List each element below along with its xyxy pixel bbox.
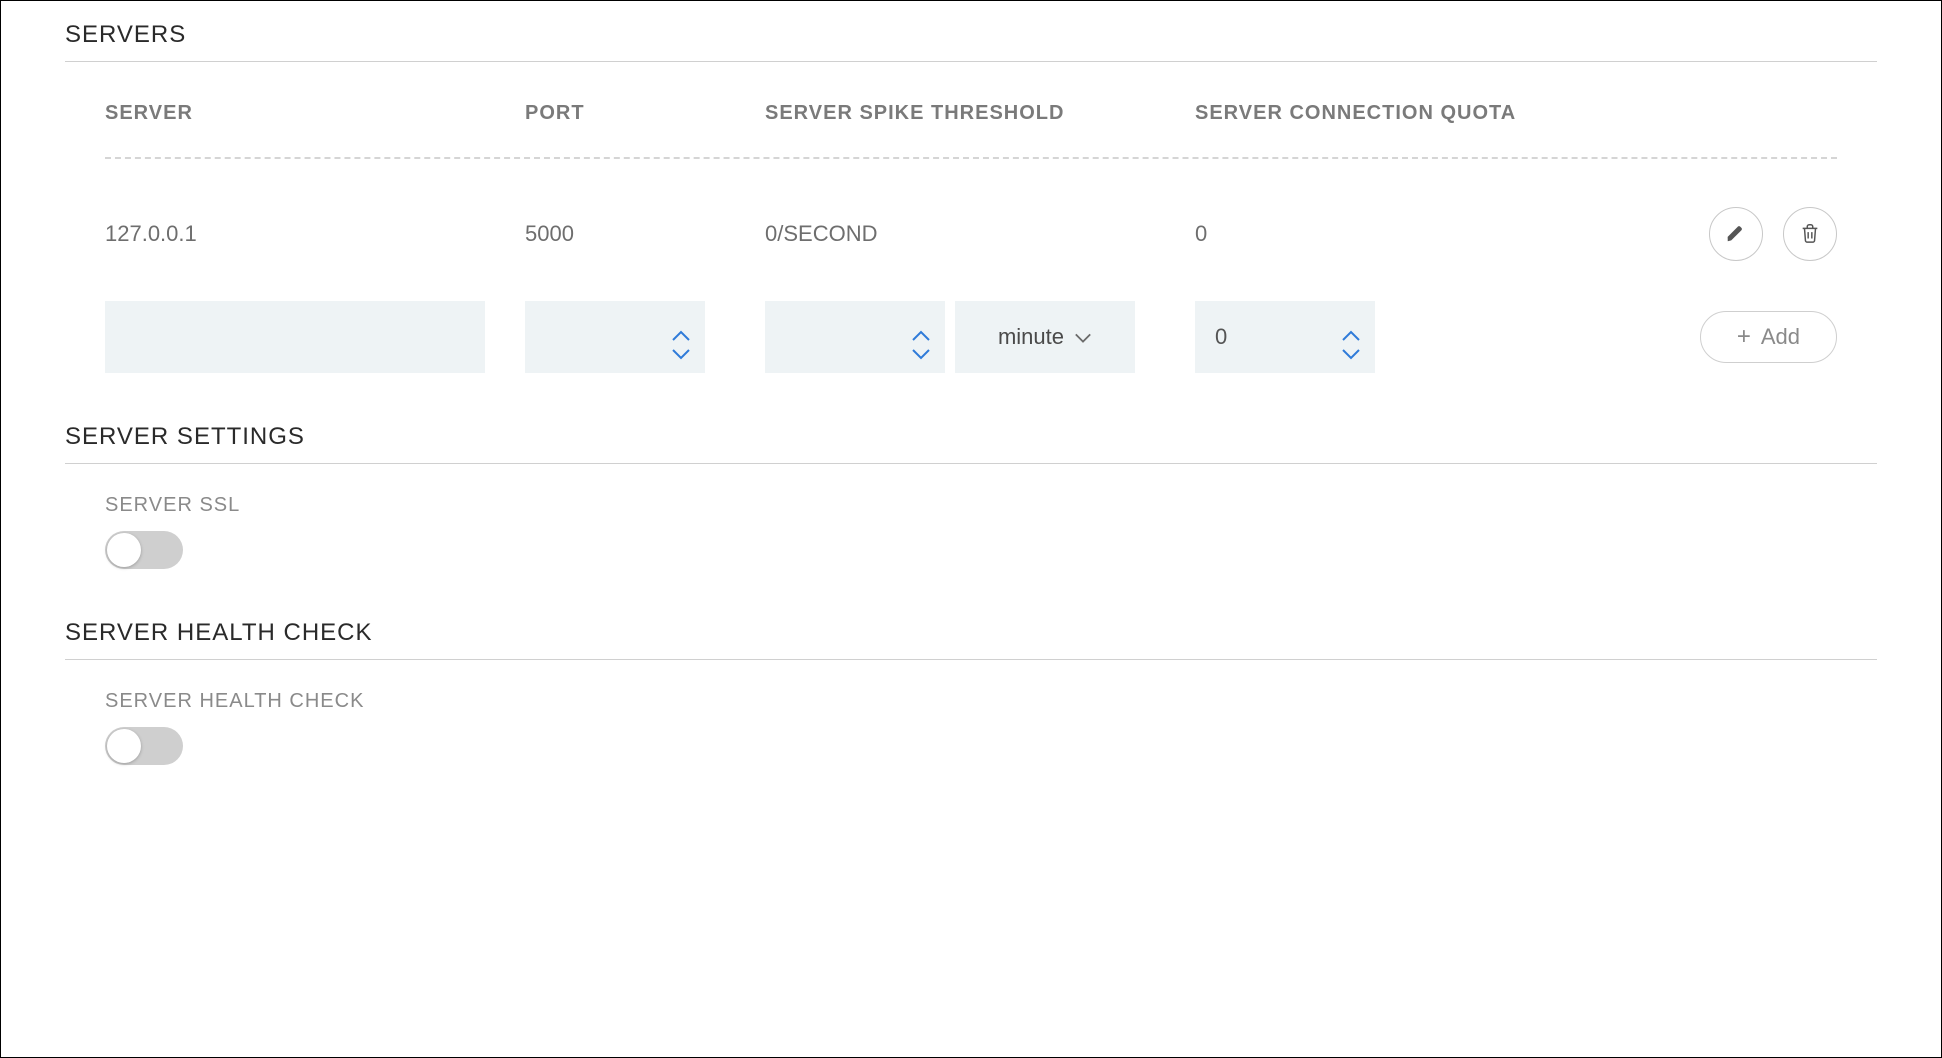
server-settings-section: SERVER SETTINGS SERVER SSL (1, 423, 1941, 619)
new-spike-value-input[interactable] (765, 301, 945, 373)
cell-quota: 0 (1195, 221, 1595, 247)
servers-title: SERVERS (65, 21, 1877, 62)
edit-button[interactable] (1709, 207, 1763, 261)
row-actions (1595, 207, 1837, 261)
col-header-port: PORT (525, 102, 765, 125)
chevron-down-icon[interactable] (671, 340, 691, 352)
port-spinner-arrows (671, 322, 691, 352)
trash-icon (1799, 222, 1821, 247)
add-button[interactable]: + Add (1700, 311, 1837, 363)
col-header-server: SERVER (105, 102, 525, 125)
spike-unit-select[interactable]: minute (955, 301, 1135, 373)
add-button-label: Add (1761, 324, 1800, 350)
health-setting: SERVER HEALTH CHECK (65, 660, 1877, 775)
server-health-title: SERVER HEALTH CHECK (65, 619, 1877, 660)
toggle-knob (107, 729, 141, 763)
spike-unit-label: minute (998, 324, 1064, 350)
new-server-row: minute 0 + Add (105, 301, 1837, 383)
col-header-actions (1595, 102, 1837, 125)
toggle-knob (107, 533, 141, 567)
spike-spinner-arrows (911, 322, 931, 352)
servers-table-header: SERVER PORT SERVER SPIKE THRESHOLD SERVE… (105, 62, 1837, 159)
new-spike-group: minute (765, 301, 1135, 373)
new-quota-value: 0 (1215, 324, 1227, 350)
cell-spike: 0/SECOND (765, 221, 1195, 247)
health-toggle[interactable] (105, 727, 183, 765)
servers-table: SERVER PORT SERVER SPIKE THRESHOLD SERVE… (65, 62, 1877, 383)
server-health-section: SERVER HEALTH CHECK SERVER HEALTH CHECK (1, 619, 1941, 815)
cell-server: 127.0.0.1 (105, 221, 525, 247)
new-server-input[interactable] (105, 301, 485, 373)
chevron-down-icon[interactable] (1341, 340, 1361, 352)
ssl-label: SERVER SSL (105, 494, 1837, 517)
delete-button[interactable] (1783, 207, 1837, 261)
chevron-up-icon[interactable] (911, 322, 931, 334)
new-port-input[interactable] (525, 301, 705, 373)
health-label: SERVER HEALTH CHECK (105, 690, 1837, 713)
server-settings-title: SERVER SETTINGS (65, 423, 1877, 464)
ssl-toggle[interactable] (105, 531, 183, 569)
pencil-icon (1725, 222, 1747, 247)
col-header-spike: SERVER SPIKE THRESHOLD (765, 102, 1195, 125)
chevron-up-icon[interactable] (671, 322, 691, 334)
plus-icon: + (1737, 325, 1751, 349)
chevron-down-icon[interactable] (911, 340, 931, 352)
cell-port: 5000 (525, 221, 765, 247)
chevron-up-icon[interactable] (1341, 322, 1361, 334)
ssl-setting: SERVER SSL (65, 464, 1877, 579)
chevron-down-icon (1074, 324, 1092, 350)
col-header-quota: SERVER CONNECTION QUOTA (1195, 102, 1595, 125)
quota-spinner-arrows (1341, 322, 1361, 352)
new-quota-input[interactable]: 0 (1195, 301, 1375, 373)
server-row: 127.0.0.1 5000 0/SECOND 0 (105, 159, 1837, 301)
servers-section: SERVERS SERVER PORT SERVER SPIKE THRESHO… (1, 21, 1941, 423)
